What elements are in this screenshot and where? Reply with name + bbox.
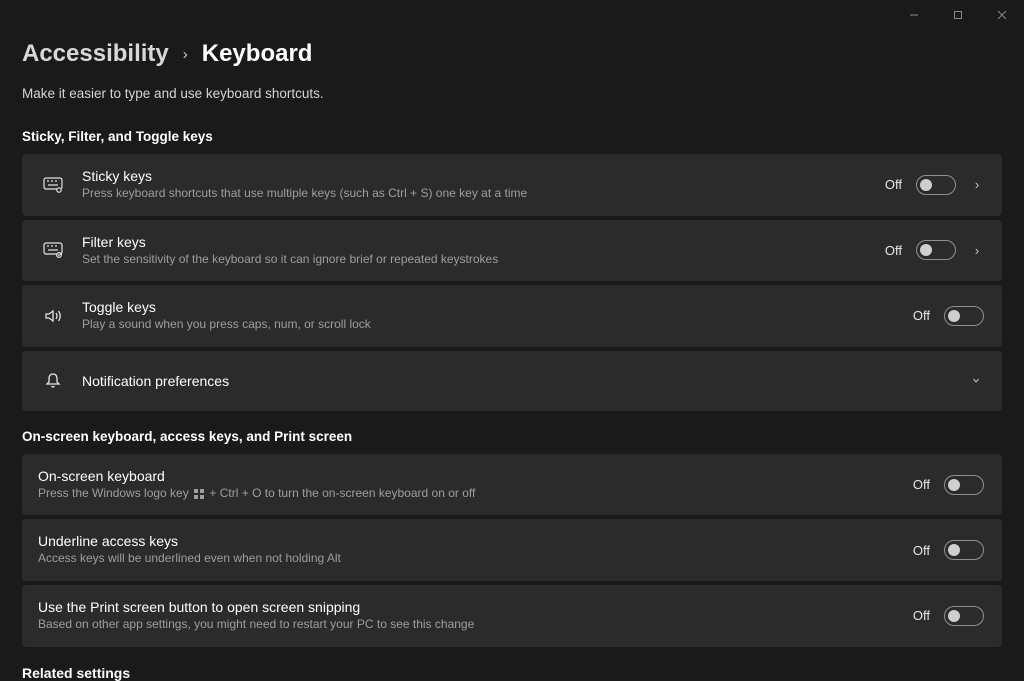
filter-keys-desc: Set the sensitivity of the keyboard so i… bbox=[82, 252, 885, 268]
toggle-keys-desc: Play a sound when you press caps, num, o… bbox=[82, 317, 913, 333]
windows-logo-icon bbox=[194, 489, 204, 499]
osk-state: Off bbox=[913, 477, 930, 492]
card-print-screen-snipping[interactable]: Use the Print screen button to open scre… bbox=[22, 585, 1002, 647]
osk-desc: Press the Windows logo key + Ctrl + O to… bbox=[38, 486, 913, 502]
breadcrumb-current: Keyboard bbox=[202, 40, 313, 68]
printscreen-desc: Based on other app settings, you might n… bbox=[38, 617, 913, 633]
breadcrumb: Accessibility › Keyboard bbox=[22, 40, 1002, 68]
maximize-button[interactable] bbox=[936, 0, 980, 30]
osk-toggle[interactable] bbox=[944, 475, 984, 495]
chevron-down-icon[interactable]: › bbox=[970, 372, 985, 389]
underline-toggle[interactable] bbox=[944, 540, 984, 560]
card-on-screen-keyboard[interactable]: On-screen keyboard Press the Windows log… bbox=[22, 454, 1002, 516]
chevron-right-icon: › bbox=[183, 46, 188, 63]
card-underline-access-keys[interactable]: Underline access keys Access keys will b… bbox=[22, 519, 1002, 581]
sticky-keys-desc: Press keyboard shortcuts that use multip… bbox=[82, 186, 885, 202]
osk-title: On-screen keyboard bbox=[38, 468, 913, 484]
toggle-keys-toggle[interactable] bbox=[944, 306, 984, 326]
filter-keys-title: Filter keys bbox=[82, 234, 885, 250]
bell-icon bbox=[36, 372, 70, 390]
sound-icon bbox=[36, 308, 70, 324]
keyboard-sticky-icon bbox=[36, 177, 70, 193]
keyboard-filter-icon bbox=[36, 242, 70, 258]
sticky-keys-state: Off bbox=[885, 177, 902, 192]
printscreen-state: Off bbox=[913, 608, 930, 623]
section-header-related: Related settings bbox=[22, 665, 1002, 681]
minimize-button[interactable] bbox=[892, 0, 936, 30]
underline-desc: Access keys will be underlined even when… bbox=[38, 551, 913, 567]
section-keys-cards: Sticky keys Press keyboard shortcuts tha… bbox=[22, 154, 1002, 411]
page-subtitle: Make it easier to type and use keyboard … bbox=[22, 86, 1002, 101]
section-header-osk: On-screen keyboard, access keys, and Pri… bbox=[22, 429, 1002, 444]
filter-keys-state: Off bbox=[885, 243, 902, 258]
section-osk-cards: On-screen keyboard Press the Windows log… bbox=[22, 454, 1002, 647]
toggle-keys-title: Toggle keys bbox=[82, 299, 913, 315]
section-header-keys: Sticky, Filter, and Toggle keys bbox=[22, 129, 1002, 144]
chevron-right-icon[interactable]: › bbox=[970, 177, 984, 192]
sticky-keys-title: Sticky keys bbox=[82, 168, 885, 184]
filter-keys-toggle[interactable] bbox=[916, 240, 956, 260]
card-toggle-keys[interactable]: Toggle keys Play a sound when you press … bbox=[22, 285, 1002, 347]
sticky-keys-toggle[interactable] bbox=[916, 175, 956, 195]
printscreen-toggle[interactable] bbox=[944, 606, 984, 626]
toggle-keys-state: Off bbox=[913, 308, 930, 323]
card-sticky-keys[interactable]: Sticky keys Press keyboard shortcuts tha… bbox=[22, 154, 1002, 216]
printscreen-title: Use the Print screen button to open scre… bbox=[38, 599, 913, 615]
breadcrumb-parent[interactable]: Accessibility bbox=[22, 40, 169, 68]
underline-state: Off bbox=[913, 543, 930, 558]
chevron-right-icon[interactable]: › bbox=[970, 243, 984, 258]
card-notification-preferences[interactable]: Notification preferences › bbox=[22, 351, 1002, 411]
underline-title: Underline access keys bbox=[38, 533, 913, 549]
card-filter-keys[interactable]: Filter keys Set the sensitivity of the k… bbox=[22, 220, 1002, 282]
window-titlebar bbox=[892, 0, 1024, 30]
close-button[interactable] bbox=[980, 0, 1024, 30]
notification-preferences-title: Notification preferences bbox=[82, 373, 970, 389]
settings-content: Accessibility › Keyboard Make it easier … bbox=[0, 0, 1024, 681]
